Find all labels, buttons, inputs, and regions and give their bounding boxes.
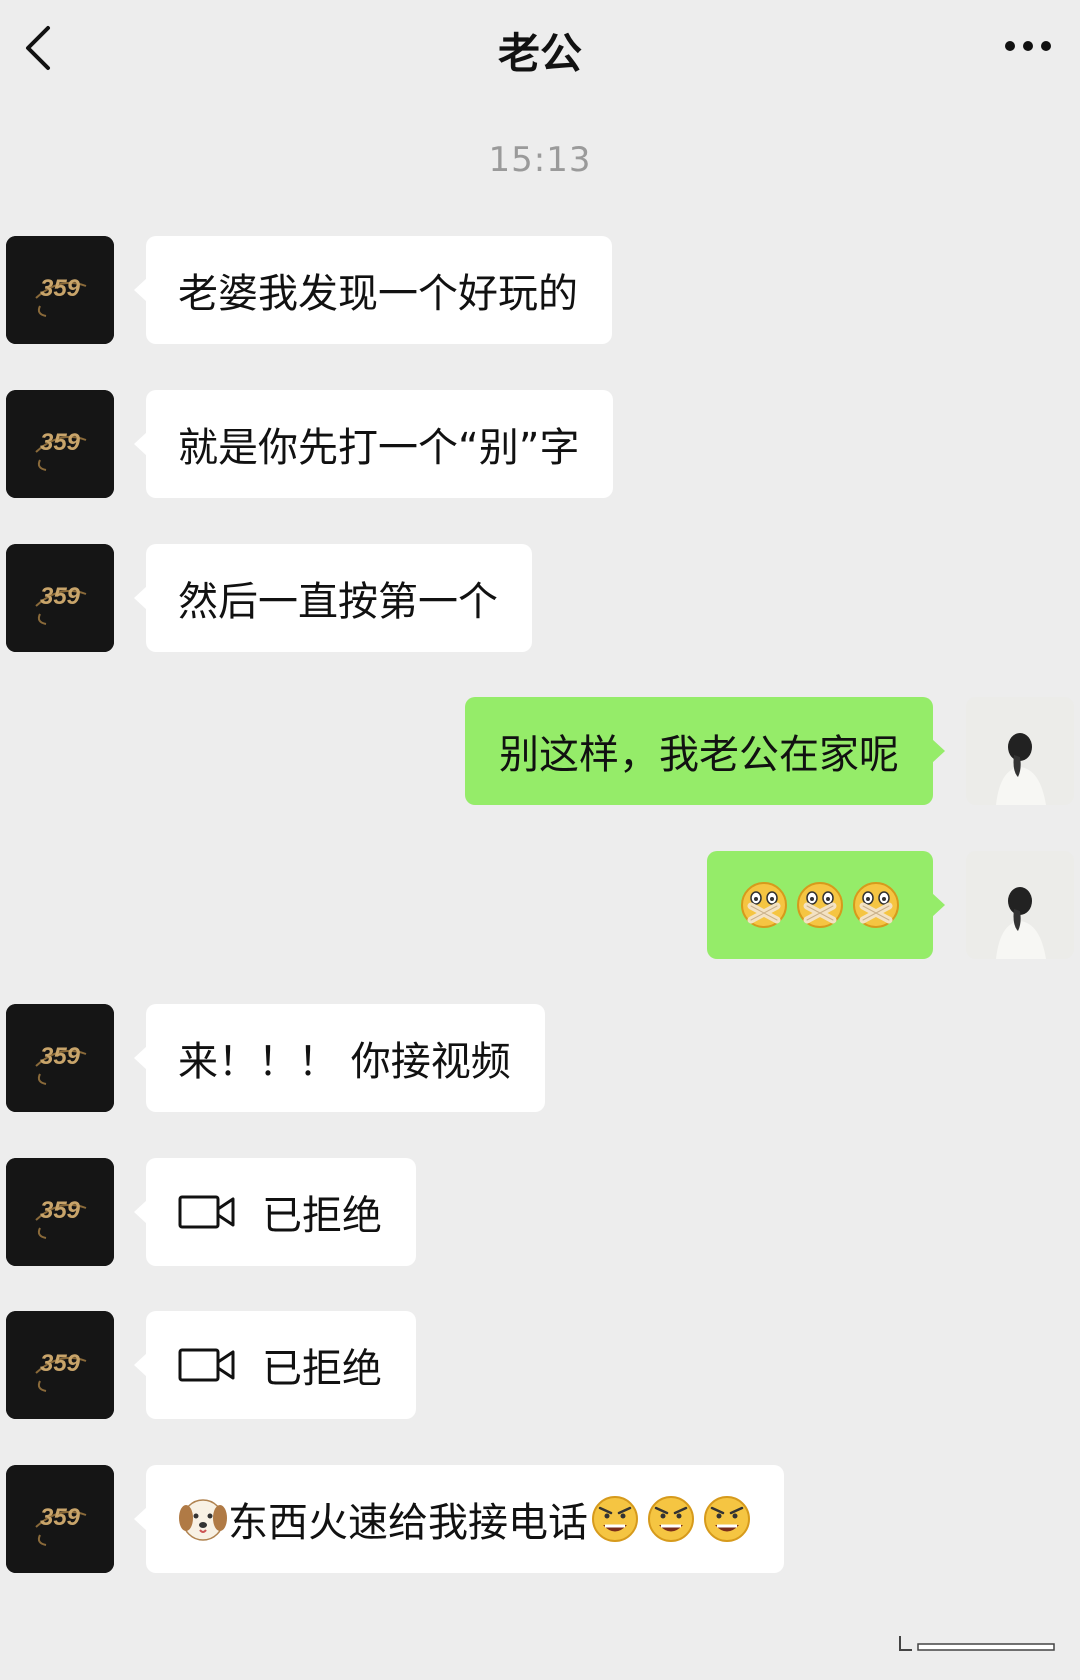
angry-face-emoji — [647, 1495, 695, 1543]
video-call-record[interactable]: 已拒绝 — [134, 1158, 416, 1266]
top-navigation-bar: 老公 — [0, 0, 1080, 100]
user-avatar[interactable] — [966, 697, 1074, 805]
zipped-mouth-emoji — [795, 880, 845, 930]
received-message[interactable]: 来！！！ 你接视频 — [134, 1004, 545, 1112]
logo-359-icon — [6, 1311, 114, 1419]
video-call-record[interactable]: 已拒绝 — [134, 1311, 416, 1419]
video-call-icon — [178, 1348, 235, 1382]
more-dots-icon — [1005, 41, 1051, 51]
contact-avatar[interactable] — [6, 1158, 114, 1266]
user-photo-icon — [966, 697, 1074, 805]
message-text: 就是你先打一个“别”字 — [178, 425, 580, 471]
logo-359-icon — [6, 390, 114, 498]
sent-message[interactable]: 别这样，我老公在家呢 — [465, 697, 945, 805]
watermark-icon — [899, 1636, 1055, 1651]
received-message[interactable]: 就是你先打一个“别”字 — [133, 390, 614, 498]
video-call-icon — [178, 1195, 235, 1229]
received-message[interactable]: 老婆我发现一个好玩的 — [134, 236, 612, 344]
chat-title: 老公 — [497, 29, 582, 78]
contact-avatar[interactable] — [6, 1311, 114, 1419]
user-avatar[interactable] — [966, 851, 1074, 959]
angry-face-emoji — [591, 1495, 639, 1543]
contact-avatar[interactable] — [6, 544, 114, 652]
zipped-mouth-emoji — [851, 880, 901, 930]
angry-face-emoji — [703, 1495, 751, 1543]
message-text: 东西火速给我接电话 — [228, 1500, 588, 1546]
logo-359-icon — [6, 544, 114, 652]
contact-avatar[interactable] — [6, 1004, 114, 1112]
sent-message[interactable] — [707, 851, 945, 959]
zipped-mouth-emoji — [739, 880, 789, 930]
received-message[interactable]: 东西火速给我接电话 — [134, 1465, 784, 1573]
logo-359-icon — [6, 1158, 114, 1266]
user-photo-icon — [966, 851, 1074, 959]
dog-face-emoji — [178, 1499, 228, 1541]
message-timestamp: 15:13 — [488, 140, 592, 180]
message-text: 来！！！ 你接视频 — [178, 1039, 511, 1085]
message-text: 别这样，我老公在家呢 — [499, 732, 899, 778]
contact-avatar[interactable] — [6, 390, 114, 498]
logo-359-icon — [6, 1465, 114, 1573]
message-text: 然后一直按第一个 — [178, 579, 498, 625]
call-status-text: 已拒绝 — [262, 1193, 382, 1239]
contact-avatar[interactable] — [6, 236, 114, 344]
logo-359-icon — [6, 236, 114, 344]
logo-359-icon — [6, 1004, 114, 1112]
call-status-text: 已拒绝 — [262, 1346, 382, 1392]
more-options-button[interactable] — [996, 24, 1060, 68]
contact-avatar[interactable] — [6, 1465, 114, 1573]
message-text: 老婆我发现一个好玩的 — [178, 271, 578, 317]
received-message[interactable]: 然后一直按第一个 — [134, 544, 532, 652]
